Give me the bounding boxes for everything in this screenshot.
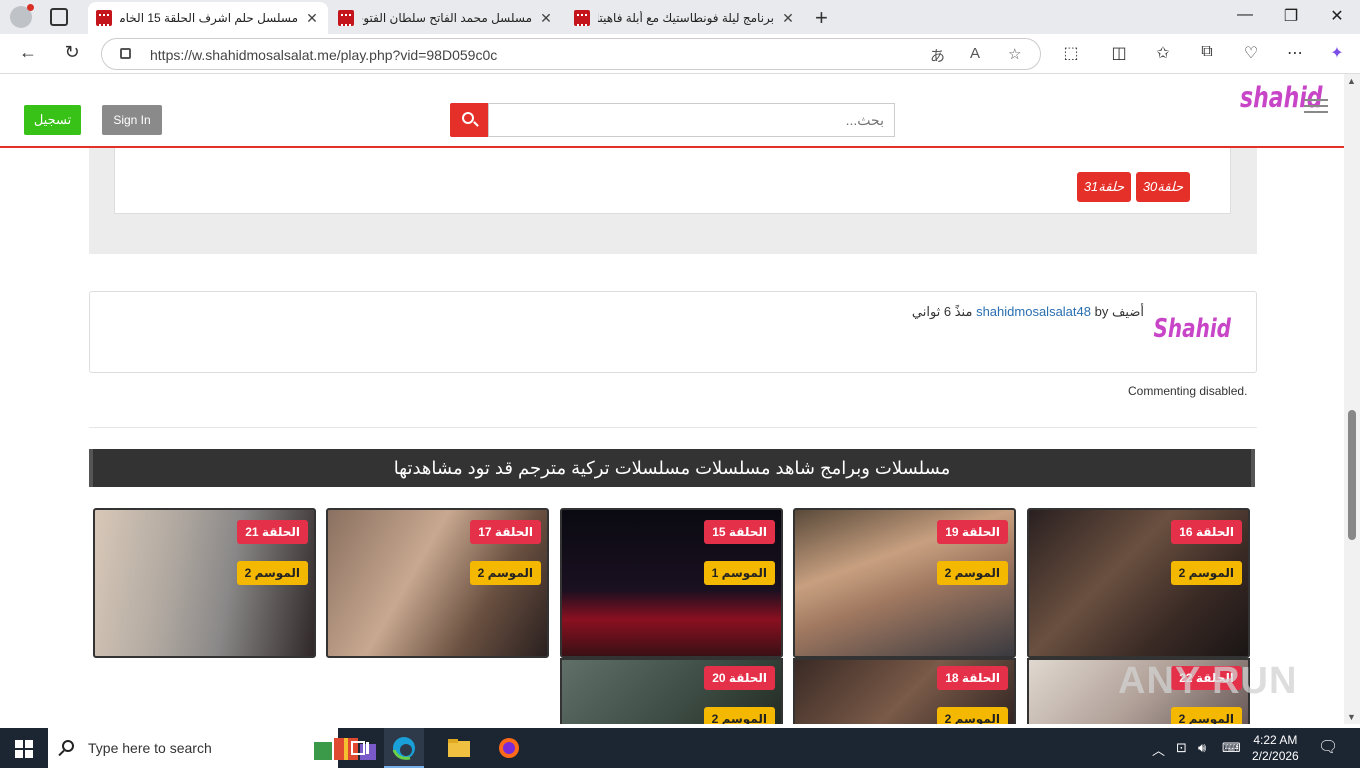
refresh-icon[interactable]: ↻ [60,42,84,63]
url-text: https://w.shahidmosalsalat.me/play.php?v… [150,47,498,63]
section-title: مسلسلات وبرامج شاهد مسلسلات مسلسلات تركي… [89,449,1255,487]
season-badge: الموسم 2 [469,561,541,585]
episode-badge: الحلقة 18 [937,666,1008,690]
language-icon[interactable]: ⌨ [1222,740,1241,756]
search-icon [62,740,74,752]
anyrun-watermark: ANY RUN [1118,660,1298,702]
series-card[interactable]: الحلقة 21 الموسم 2 [93,508,316,658]
site-favicon-icon [574,10,590,26]
tab-title: مسلسل محمد الفاتح سلطان الفتوحات [362,11,532,25]
split-screen-icon[interactable]: ◫ [1108,43,1130,63]
series-card[interactable]: الحلقة 18 الموسم 2 [793,658,1016,724]
search-button[interactable] [450,103,488,137]
favorites-icon[interactable]: ✩ [1152,43,1174,63]
series-card[interactable]: الحلقة 19 الموسم 2 [793,508,1016,658]
copilot-icon[interactable]: ✦ [1326,43,1348,63]
firefox-icon[interactable] [496,736,522,760]
extensions-icon[interactable]: ⬚ [1060,43,1082,63]
register-button[interactable]: تسجيل [24,105,81,135]
profile-avatar-icon[interactable] [10,4,34,28]
episode-link[interactable]: 30حلقة [1136,172,1190,202]
windows-taskbar: Type here to search ︿ ⊡ 🔊︎ ⌨ 4:22 AM 2/2… [0,728,1360,768]
task-view-icon[interactable] [348,736,374,760]
divider [89,427,1257,428]
clock-time: 4:22 AM [1253,733,1298,747]
comment-meta: أضيف shahidmosalsalat48 by منذً 6 ثواني [912,304,1144,320]
comment-by: by [1094,304,1109,319]
comment-prefix: أضيف [1111,304,1144,319]
search-icon [462,112,474,124]
performance-icon[interactable]: ♡ [1240,43,1262,63]
series-card[interactable]: الحلقة 20 الموسم 2 [560,658,783,724]
site-header: تسجيل Sign In shahid [0,74,1344,148]
season-badge: الموسم 2 [1170,707,1242,724]
clock-date: 2/2/2026 [1252,749,1299,763]
comment-box: Shahid أضيف shahidmosalsalat48 by منذً 6… [89,291,1257,373]
url-field[interactable]: https://w.shahidmosalsalat.me/play.php?v… [101,38,1041,70]
taskbar-clock[interactable]: 4:22 AM 2/2/2026 [1252,732,1299,764]
website-viewport: 74حلقة75حلقة76حلقة77حلقة78حلقة79حلقة20حل… [0,74,1344,724]
episode-badge: الحلقة 19 [937,520,1008,544]
page-scrollbar[interactable]: ▲ ▼ [1344,74,1360,724]
season-badge: الموسم 1 [703,561,775,585]
taskbar-search-text: Type here to search [88,740,212,756]
comment-avatar-logo: Shahid [1153,312,1231,344]
signin-button[interactable]: Sign In [102,105,162,135]
file-explorer-icon[interactable] [446,736,472,760]
address-bar-row: ← ↻ https://w.shahidmosalsalat.me/play.p… [0,34,1360,74]
tab-title: برنامج ليلة فونطاستيك مع أبلة فاهيتا [598,11,774,25]
minimize-button[interactable]: — [1222,6,1268,24]
comment-disabled-text: Commenting disabled. [1128,384,1248,398]
season-badge: الموسم 2 [703,707,775,724]
tab-2[interactable]: مسلسل محمد الفاتح سلطان الفتوحات ✕ [330,2,562,34]
episode-badge: الحلقة 16 [1171,520,1242,544]
episode-badge: الحلقة 17 [470,520,541,544]
tab-actions-icon[interactable] [50,8,68,26]
tab-3[interactable]: برنامج ليلة فونطاستيك مع أبلة فاهيتا ✕ [566,2,804,34]
search-input[interactable] [488,103,895,137]
close-window-button[interactable]: ✕ [1314,6,1360,26]
scrollbar-thumb[interactable] [1348,410,1356,540]
scroll-down-arrow-icon[interactable]: ▼ [1347,712,1356,722]
scroll-up-arrow-icon[interactable]: ▲ [1347,76,1356,86]
windows-start-icon[interactable] [15,740,33,758]
comment-user-link[interactable]: shahidmosalsalat48 [976,304,1091,319]
browser-titlebar: مسلسل حلم اشرف الحلقة 15 الخامس ✕ مسلسل … [0,0,1360,34]
read-aloud-icon[interactable]: A [970,45,980,62]
tab-close-icon[interactable]: ✕ [538,10,554,27]
tab-title: مسلسل حلم اشرف الحلقة 15 الخامس [120,11,298,25]
hamburger-menu-icon[interactable] [1304,99,1328,113]
season-badge: الموسم 2 [936,707,1008,724]
season-badge: الموسم 2 [936,561,1008,585]
translate-icon[interactable]: あ [930,45,945,66]
taskbar-search-box[interactable]: Type here to search [48,728,376,768]
network-icon[interactable]: ⊡ [1176,740,1187,756]
tray-chevron-icon[interactable]: ︿ [1152,740,1165,759]
tab-active[interactable]: مسلسل حلم اشرف الحلقة 15 الخامس ✕ [88,2,328,34]
volume-icon[interactable]: 🔊︎ [1198,740,1206,756]
series-card[interactable]: الحلقة 16 الموسم 2 [1027,508,1250,658]
season-badge: الموسم 2 [1170,561,1242,585]
collections-icon[interactable]: ⧉ [1196,43,1218,61]
site-favicon-icon [338,10,354,26]
notifications-icon[interactable]: 🗨︎ [1318,737,1338,757]
tab-close-icon[interactable]: ✕ [304,10,320,27]
tab-close-icon[interactable]: ✕ [780,10,796,27]
back-arrow-icon[interactable]: ← [16,42,40,63]
new-tab-button[interactable]: + [815,5,828,31]
more-menu-icon[interactable]: ⋯ [1284,43,1306,63]
maximize-button[interactable]: ❐ [1268,6,1314,26]
season-badge: الموسم 2 [236,561,308,585]
favorite-star-icon[interactable]: ☆ [1008,45,1021,63]
episode-badge: الحلقة 20 [704,666,775,690]
series-card[interactable]: الحلقة 15 الموسم 1 [560,508,783,658]
comment-time: منذً 6 ثواني [911,304,973,319]
edge-taskbar-icon[interactable] [384,728,424,768]
episode-link[interactable]: 31حلقة [1077,172,1131,202]
lock-icon[interactable] [120,48,131,59]
site-favicon-icon [96,10,112,26]
series-card[interactable]: الحلقة 17 الموسم 2 [326,508,549,658]
episode-badge: الحلقة 15 [704,520,775,544]
episode-badge: الحلقة 21 [237,520,308,544]
